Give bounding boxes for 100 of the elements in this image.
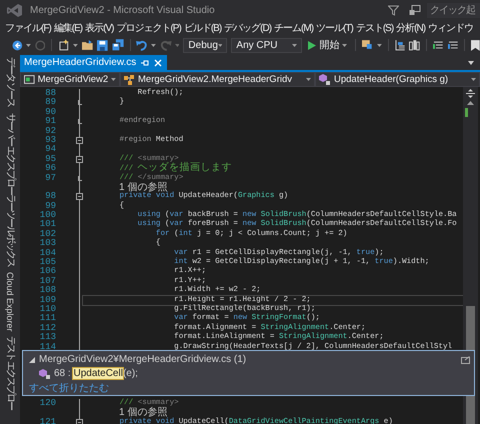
columns-icon[interactable]	[409, 40, 420, 50]
collapse-icon[interactable]	[76, 156, 82, 163]
pin-icon[interactable]	[141, 58, 150, 66]
find-icon[interactable]	[362, 39, 374, 51]
line-number: 100	[38, 211, 56, 220]
line-number: 121	[38, 418, 56, 424]
comment-icon[interactable]	[433, 40, 444, 50]
collapse-all-link[interactable]: すべて折りたたむ	[29, 380, 109, 394]
menu-item[interactable]: 編集(E)	[54, 21, 82, 35]
line-number: 93	[44, 136, 56, 145]
line-number: 106	[38, 267, 56, 277]
method-icon	[319, 74, 331, 85]
line-number: 95	[44, 154, 56, 164]
menu-item[interactable]: テスト(S)	[356, 21, 394, 35]
line-number: 96	[44, 164, 56, 174]
bookmark-icon[interactable]	[471, 40, 480, 50]
line-number: 120	[38, 398, 56, 408]
collapse-icon[interactable]	[76, 137, 82, 144]
caret-icon	[218, 44, 222, 46]
line-number: 112	[38, 324, 56, 333]
logo-icon	[7, 4, 22, 16]
caret-icon	[471, 78, 476, 81]
indent-icon[interactable]	[394, 40, 406, 50]
save-icon[interactable]	[97, 40, 108, 50]
line-number: 91	[44, 117, 56, 127]
scroll-up-icon[interactable]	[467, 101, 474, 105]
line-number: 111	[38, 314, 56, 324]
change-marker-icon	[465, 108, 468, 117]
caret-icon[interactable]	[26, 44, 30, 46]
line-number: 97	[44, 174, 56, 183]
menu-item[interactable]: プロジェクト(P)	[116, 21, 181, 35]
menu-item[interactable]: ウィンドウ	[428, 21, 474, 35]
line-number: 103	[38, 239, 56, 249]
back-icon[interactable]	[12, 40, 23, 50]
caret-icon[interactable]	[72, 44, 78, 46]
platform-dropdown[interactable]: Any CPU	[231, 38, 302, 52]
side-tab[interactable]: ツールボックス	[4, 210, 16, 266]
dropdown-icon[interactable]	[468, 61, 474, 65]
line-number: 107	[38, 276, 56, 286]
side-tab[interactable]: テスト エクスプロー	[4, 336, 16, 409]
undo-icon[interactable]	[136, 40, 148, 50]
side-tab[interactable]: データ ソース	[4, 57, 16, 106]
close-icon[interactable]	[154, 58, 162, 66]
split-icon[interactable]	[466, 89, 475, 98]
line-number: 102	[38, 230, 56, 239]
reference-count[interactable]: 1 個の参照	[83, 182, 168, 192]
configuration-dropdown[interactable]: Debug	[183, 38, 228, 52]
type-dropdown[interactable]: MergeGridView2.MergeHeaderGridv	[120, 72, 315, 87]
member-dropdown[interactable]: UpdateHeader(Graphics g)	[315, 72, 480, 87]
collapse-icon[interactable]	[76, 418, 82, 424]
line-number: 113	[38, 333, 56, 343]
feedback-icon[interactable]	[409, 4, 421, 16]
collapse-icon[interactable]	[76, 193, 82, 200]
line-number: 104	[38, 248, 56, 258]
caret-icon	[306, 78, 311, 81]
line-number: 89	[44, 98, 56, 108]
line-number: 88	[44, 89, 56, 98]
line-number: 98	[44, 192, 56, 202]
line-number: 105	[38, 258, 56, 268]
caret-icon[interactable]	[174, 44, 180, 46]
save-all-icon[interactable]	[112, 39, 124, 51]
menu-item[interactable]: ツール(T)	[316, 21, 353, 35]
caret-icon[interactable]	[377, 44, 382, 46]
project-icon	[24, 75, 35, 84]
document-tab[interactable]: MergeHeaderGridview.cs	[20, 55, 168, 70]
quick-launch-field[interactable]: クイック起	[427, 2, 480, 18]
menu-item[interactable]: ファイル(F)	[5, 21, 51, 35]
method-icon	[39, 368, 50, 378]
caret-icon	[111, 78, 116, 81]
menu-item[interactable]: 表示(V)	[85, 21, 114, 35]
start-button[interactable]: 開始	[306, 38, 350, 52]
play-icon	[308, 40, 316, 50]
line-number: 109	[38, 296, 56, 305]
menu-item[interactable]: ビルド(B)	[184, 21, 222, 35]
file-path[interactable]: MergeGridView2¥MergeHeaderGridview.cs (1)	[39, 354, 246, 365]
folder-icon[interactable]	[82, 40, 94, 50]
filter-icon[interactable]	[388, 4, 399, 16]
line-number: 101	[38, 220, 56, 230]
caret-icon	[342, 44, 348, 46]
menu-item[interactable]: デバッグ(D)	[224, 21, 272, 35]
menu-item[interactable]: チーム(M)	[274, 21, 314, 35]
pop-out-icon[interactable]	[461, 356, 470, 364]
line-number: 114	[38, 342, 56, 352]
line-number: 90	[44, 108, 56, 117]
uncomment-icon[interactable]	[448, 40, 458, 50]
new-project-icon[interactable]	[58, 39, 70, 51]
expand-icon[interactable]	[29, 356, 35, 362]
caret-icon	[292, 44, 298, 46]
project-dropdown[interactable]: MergeGridView2	[20, 72, 120, 87]
line-number: 92	[44, 126, 56, 136]
line-number: 110	[38, 304, 56, 314]
caret-icon[interactable]	[151, 44, 156, 46]
line-number: 108	[38, 286, 56, 296]
side-tab[interactable]: Cloud Explorer	[4, 272, 16, 332]
menu-item[interactable]: 分析(N)	[396, 21, 426, 35]
side-tab[interactable]: サーバー エクスプローラー	[4, 113, 16, 210]
line-number: 94	[44, 145, 56, 155]
window-title: MergeGridView2 - Microsoft Visual Studio	[30, 4, 215, 16]
reference-count[interactable]: 1 個の参照	[83, 408, 168, 418]
line-number: 99	[44, 202, 56, 211]
